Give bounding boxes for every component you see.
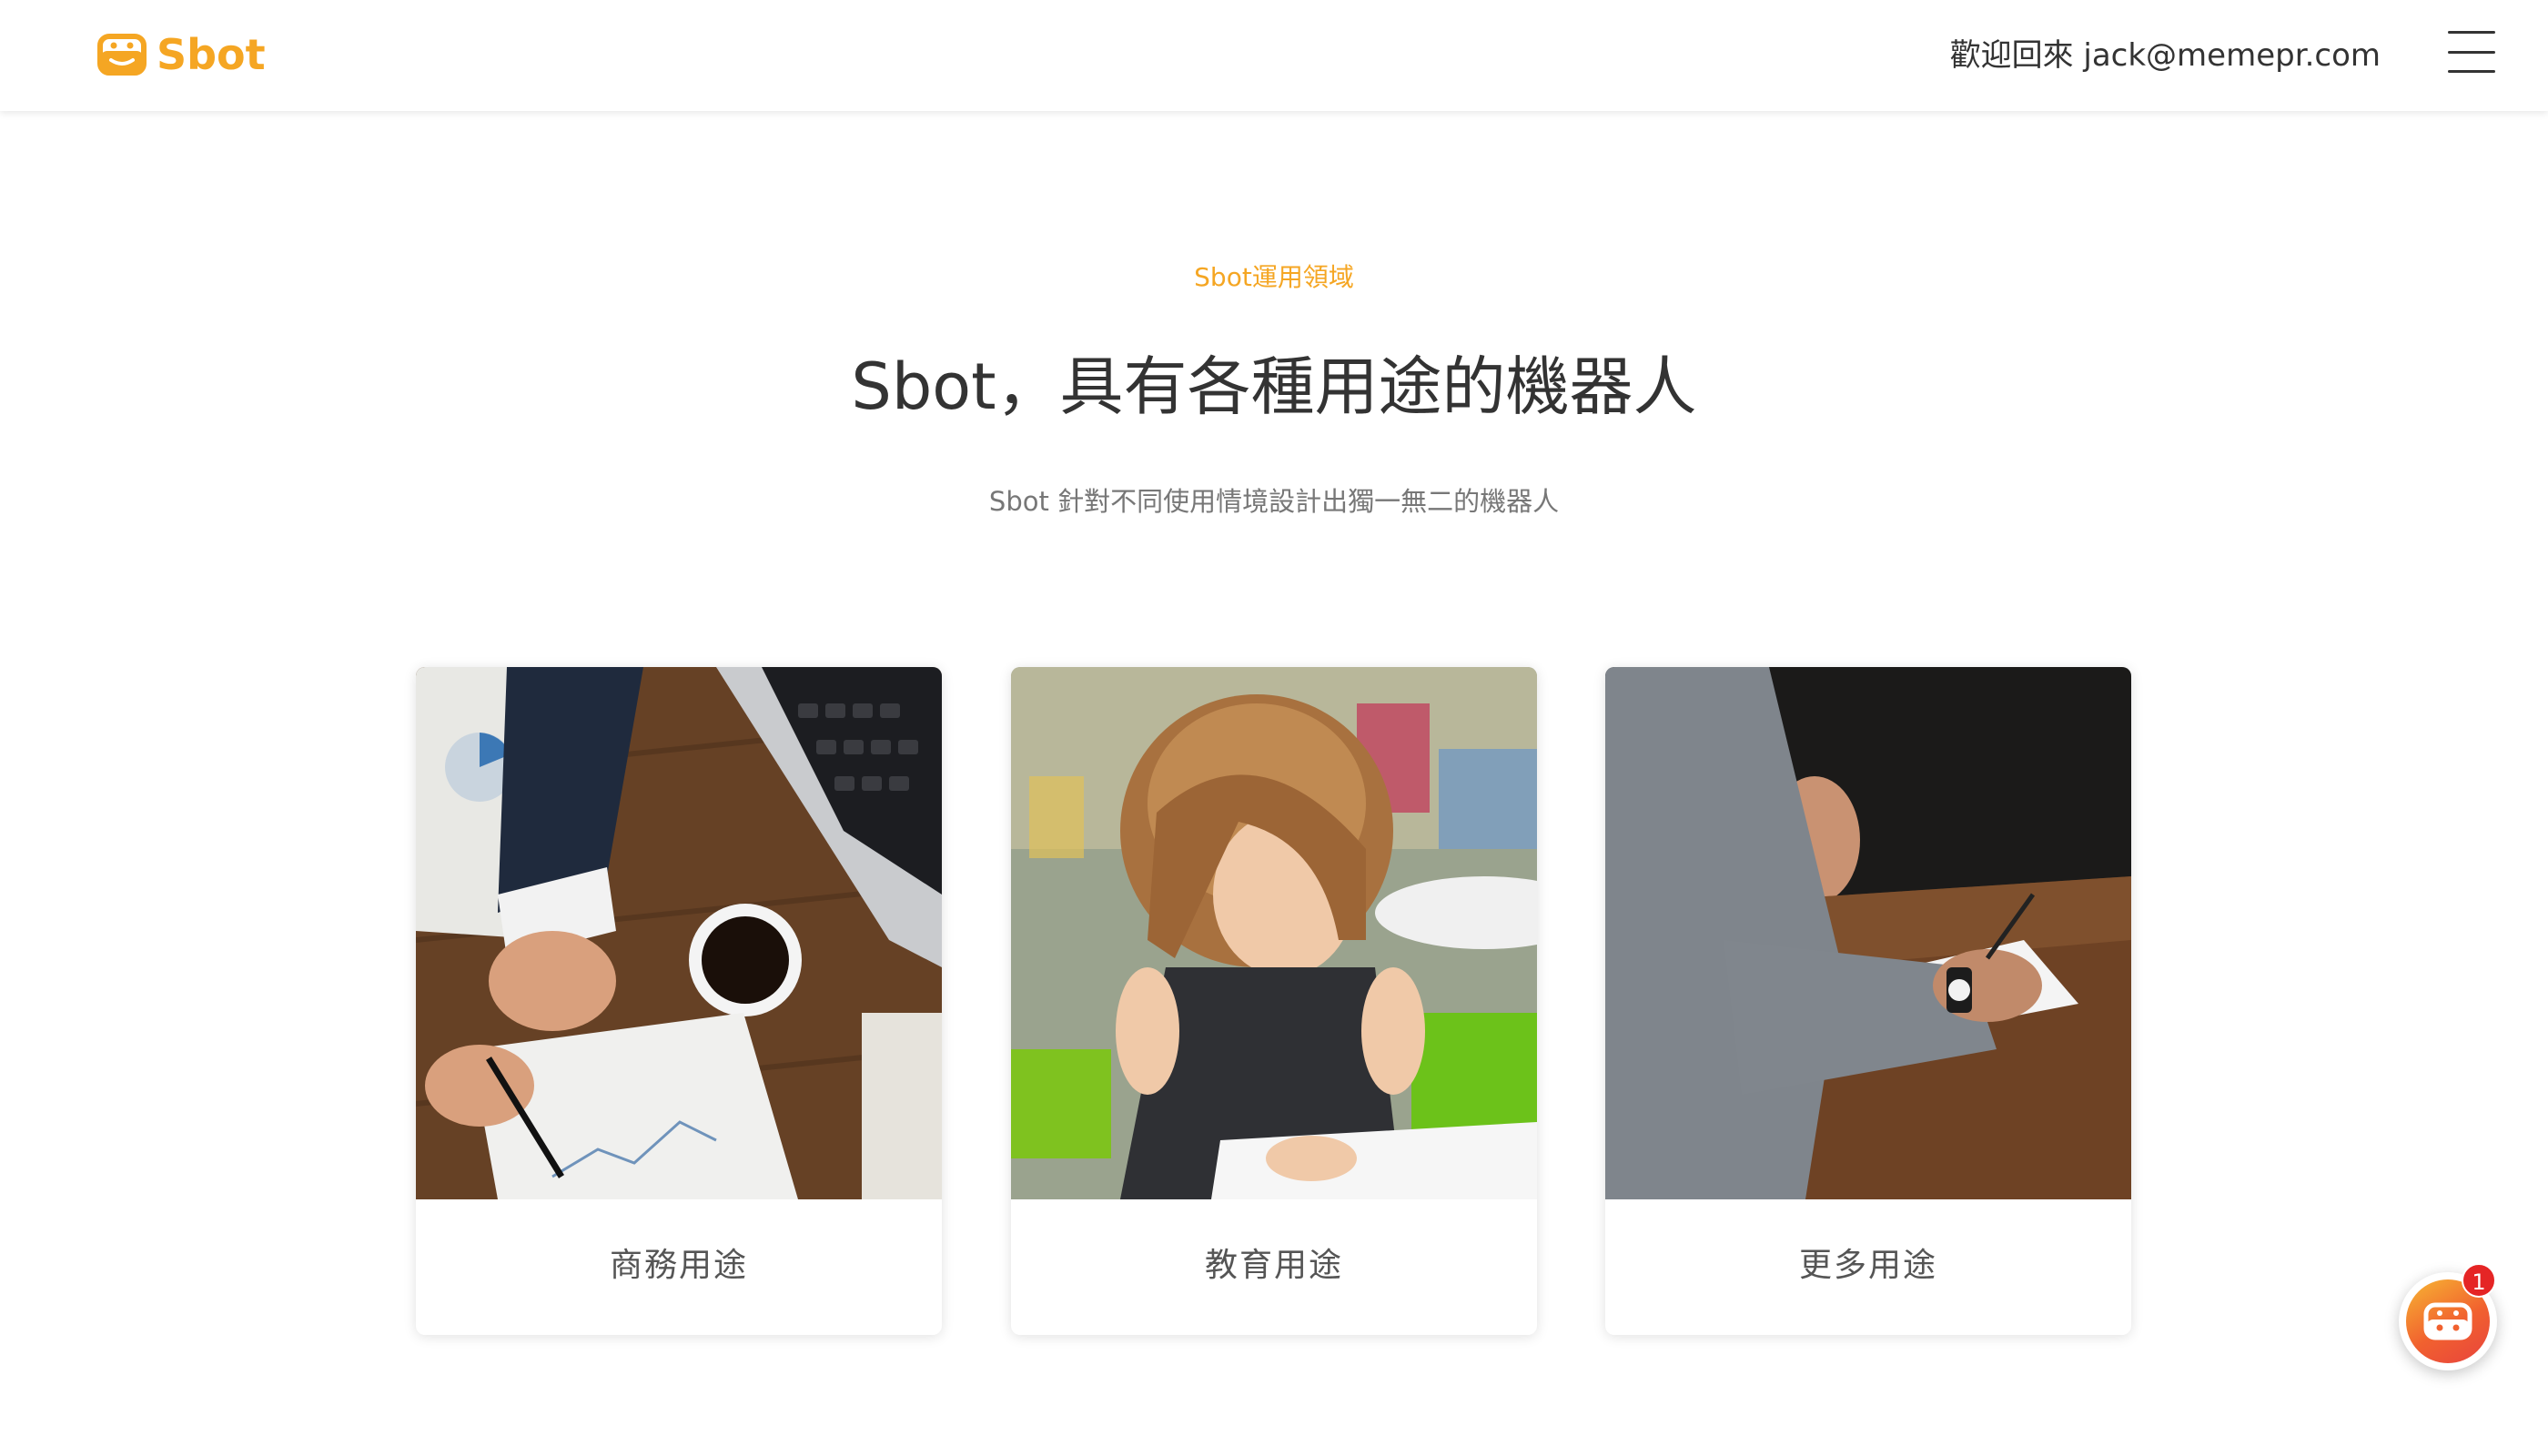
logo-text: Sbot (157, 30, 266, 79)
page-title: Sbot，具有各種用途的機器人 (851, 349, 1697, 424)
discussion-meeting-photo (1605, 667, 2131, 1199)
card-label: 更多用途 (1798, 1247, 1937, 1284)
use-case-card-more[interactable]: 更多用途 (1605, 667, 2131, 1335)
menu-bar-line (2448, 70, 2495, 73)
hamburger-menu-icon[interactable] (2448, 31, 2495, 73)
section-eyebrow: Sbot運用領域 (1194, 262, 1354, 292)
menu-bar-line (2448, 31, 2495, 34)
card-label: 商務用途 (609, 1247, 748, 1284)
notification-badge: 1 (2462, 1263, 2496, 1298)
sbot-logo-icon (97, 34, 147, 76)
top-navbar: Sbot 歡迎回來 jack@memepr.com (0, 0, 2548, 111)
card-label: 教育用途 (1204, 1247, 1343, 1284)
business-desk-photo (416, 667, 942, 1199)
use-case-card-business[interactable]: 商務用途 (416, 667, 942, 1335)
section-subtitle: Sbot 針對不同使用情境設計出獨一無二的機器人 (988, 486, 1560, 517)
child-studying-photo (1011, 667, 1537, 1199)
welcome-message: 歡迎回來 jack@memepr.com (1949, 37, 2381, 74)
use-case-card-education[interactable]: 教育用途 (1011, 667, 1537, 1335)
menu-bar-line (2448, 50, 2495, 54)
sbot-logo[interactable]: Sbot (96, 29, 266, 80)
